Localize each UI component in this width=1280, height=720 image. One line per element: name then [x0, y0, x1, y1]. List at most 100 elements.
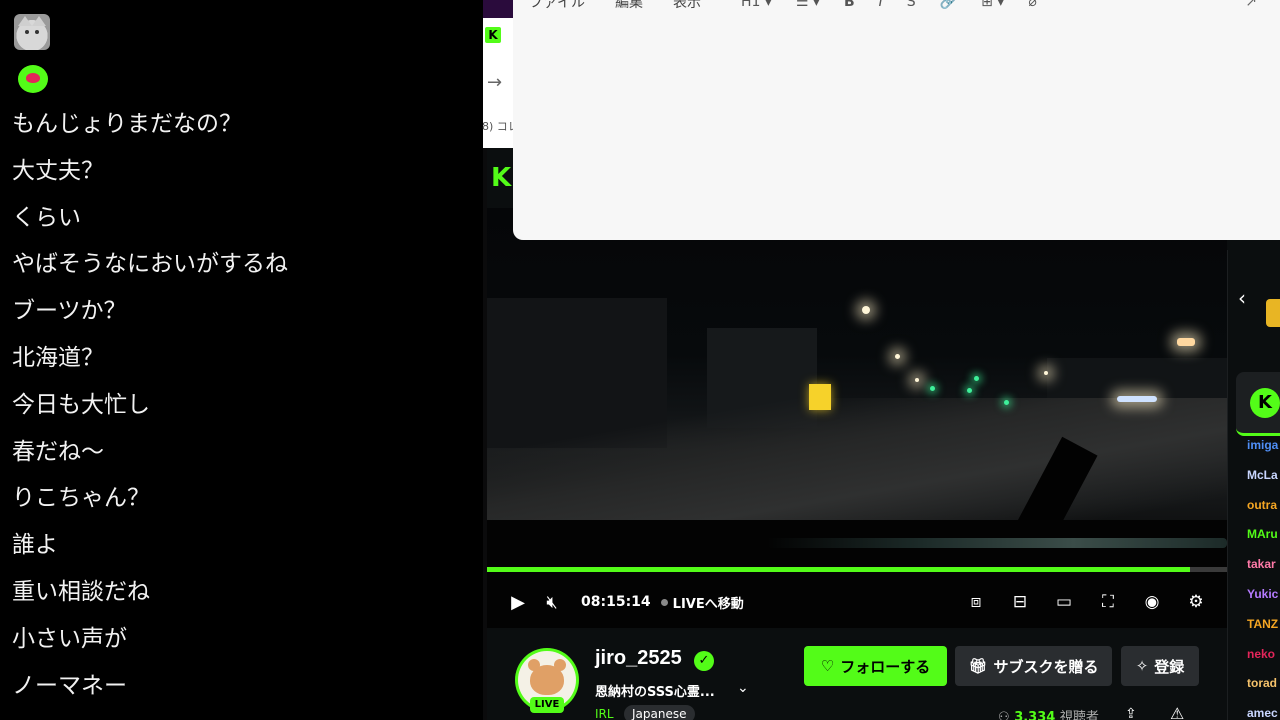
editor-menu-item[interactable]: 編集 [615, 0, 643, 12]
street-lamp [1044, 371, 1048, 375]
kick-logo-icon[interactable]: K [491, 164, 513, 192]
chat-message: やばそうなにおいがするね [12, 251, 288, 278]
editor-toolbar: H1 ▾ ☰ ▾ B I S 🔗 ⊞ ▾ ⌀ [741, 0, 1037, 10]
roadside-sign [809, 384, 831, 410]
chat-username[interactable]: neko [1247, 645, 1278, 675]
bold-icon[interactable]: B [844, 0, 855, 10]
traffic-light [967, 388, 972, 393]
table-icon[interactable]: ⊞ ▾ [981, 0, 1004, 10]
list-icon[interactable]: ☰ ▾ [796, 0, 820, 10]
stream-title: 恩納村のSSS心霊... [595, 685, 715, 700]
chat-message-list: もんじょりまだなの？ 大丈夫？ くらい やばそうなにおいがするね ブーツか？ 北海道？ 今日… [12, 103, 472, 711]
dashboard-reflection [767, 538, 1227, 548]
viewer-count: ⚇ 3,334 視聴者 [998, 706, 1099, 720]
forward-arrow-icon[interactable]: → [487, 72, 502, 93]
chat-username[interactable]: amec [1247, 704, 1278, 720]
follow-button[interactable]: ♡ フォローする [804, 646, 947, 686]
editor-window: ファイル 編集 表示 H1 ▾ ☰ ▾ B I S 🔗 ⊞ ▾ ⌀ ↗ [513, 0, 1280, 240]
category-link[interactable]: IRL [595, 707, 614, 720]
editor-menu-item[interactable]: 表示 [673, 0, 701, 12]
heading-icon[interactable]: H1 ▾ [741, 0, 772, 10]
subscribe-label: 登録 [1154, 657, 1185, 676]
street-lamp [862, 306, 870, 314]
share-stream-icon[interactable]: ⇪ [1125, 706, 1137, 720]
gift-icon: 🎁︎ [968, 657, 988, 675]
traffic-light [930, 386, 935, 391]
pip-icon[interactable]: ⊟ [1003, 592, 1037, 612]
chat-username[interactable]: TANZ [1247, 615, 1278, 645]
street-lamp [895, 354, 900, 359]
chat-username[interactable]: MAru [1247, 525, 1278, 555]
fullscreen-icon[interactable]: ⛶ [1091, 592, 1125, 612]
chat-username[interactable]: torad [1247, 674, 1278, 704]
kick-favicon-icon[interactable]: K [485, 27, 501, 43]
street-lamp [915, 378, 919, 382]
share-icon[interactable]: ↗ [1245, 0, 1257, 10]
viewer-count-value: 3,334 [1014, 710, 1056, 720]
building-light [1117, 396, 1157, 402]
chat-message: 春だね〜 [12, 438, 104, 465]
editor-menu-bar: ファイル 編集 表示 [529, 0, 701, 12]
chat-overlay: もんじょりまだなの？ 大丈夫？ くらい やばそうなにおいがするね ブーツか？ 北海道？ 今日… [0, 0, 483, 720]
playback-time: 08:15:14 [581, 594, 651, 610]
chat-username[interactable]: Yukic [1247, 585, 1278, 615]
progress-bar[interactable] [487, 567, 1227, 572]
video-player[interactable]: ▶ 🔇︎ 08:15:14 LIVEへ移動 ⧈ ⊟ ▭ ⛶ ◉ ⚙ [487, 208, 1227, 628]
browser-tab-bar [483, 0, 513, 18]
warning-icon[interactable]: ⚠ [1170, 704, 1184, 720]
chat-username[interactable]: outra [1247, 496, 1278, 526]
editor-menu-item[interactable]: ファイル [529, 0, 585, 12]
progress-fill [487, 567, 1190, 572]
play-icon[interactable]: ▶ [501, 592, 535, 613]
heart-icon: ♡ [820, 657, 835, 675]
live-badge: LIVE [530, 697, 564, 713]
gift-subs-button[interactable]: 🎁︎ サブスクを贈る [955, 646, 1112, 686]
chat-message: もんじょりまだなの？ [12, 111, 242, 137]
viewer-label: 視聴者 [1059, 710, 1099, 720]
chat-message: 重い相談だね [12, 578, 150, 605]
viewers-icon: ⚇ [998, 710, 1010, 720]
gift-label: サブスクを贈る [993, 657, 1099, 676]
chat-message: 小さい声が [12, 625, 127, 652]
jump-to-live-label: LIVEへ移動 [672, 596, 744, 612]
building-light [1177, 338, 1195, 346]
traffic-light [1004, 400, 1009, 405]
miniplayer-icon[interactable]: ⧈ [959, 592, 993, 612]
chevron-down-icon[interactable]: ⌄ [737, 680, 749, 696]
chat-username[interactable]: takar [1247, 555, 1278, 585]
bear-avatar-icon [528, 659, 566, 695]
channel-name[interactable]: jiro_2525 [595, 647, 682, 670]
subscribe-button[interactable]: ✧ 登録 [1121, 646, 1199, 686]
chat-username[interactable]: imiga [1247, 436, 1278, 466]
chat-message: ブーツか？ [12, 298, 127, 325]
theater-icon[interactable]: ▭ [1047, 592, 1081, 612]
chat-message: りこちゃん？ [12, 485, 150, 512]
player-controls-right: ⧈ ⊟ ▭ ⛶ ◉ ⚙ [959, 592, 1227, 612]
sparkle-icon: ✧ [1135, 657, 1149, 675]
traffic-light [974, 376, 979, 381]
language-tag[interactable]: Japanese [624, 705, 695, 720]
clear-format-icon[interactable]: ⌀ [1028, 0, 1036, 10]
settings-icon[interactable]: ⚙ [1179, 592, 1213, 612]
strikethrough-icon[interactable]: S [907, 0, 916, 10]
verified-icon: ✓ [694, 651, 714, 671]
kicks-leaderboard-badge[interactable] [1266, 299, 1280, 327]
chevron-left-icon[interactable]: ‹ [1238, 286, 1246, 310]
mute-icon[interactable]: 🔇︎ [535, 592, 569, 613]
road-surface [487, 398, 1227, 538]
cat-emote-icon [14, 14, 50, 50]
kick-badge-icon: K [1250, 388, 1280, 418]
chat-username[interactable]: McLa [1247, 466, 1278, 496]
chat-message: 今日も大忙し [12, 391, 150, 418]
chat-message: 大丈夫？ [12, 157, 104, 184]
player-controls: ▶ 🔇︎ 08:15:14 LIVEへ移動 ⧈ ⊟ ▭ ⛶ ◉ ⚙ [487, 582, 1227, 622]
jump-to-live-button[interactable]: LIVEへ移動 [660, 593, 744, 612]
link-icon[interactable]: 🔗 [940, 0, 957, 10]
chat-message: くらい [12, 204, 81, 231]
italic-icon[interactable]: I [879, 0, 883, 10]
clip-icon[interactable]: ◉ [1135, 592, 1169, 612]
chat-username-list: imiga McLa outra MAru takar Yukic TANZ neko tora… [1247, 436, 1278, 720]
chat-message: ノーマネー [12, 672, 127, 699]
pinned-message[interactable]: K [1236, 372, 1280, 436]
heart-eyes-emote-icon [18, 65, 48, 93]
